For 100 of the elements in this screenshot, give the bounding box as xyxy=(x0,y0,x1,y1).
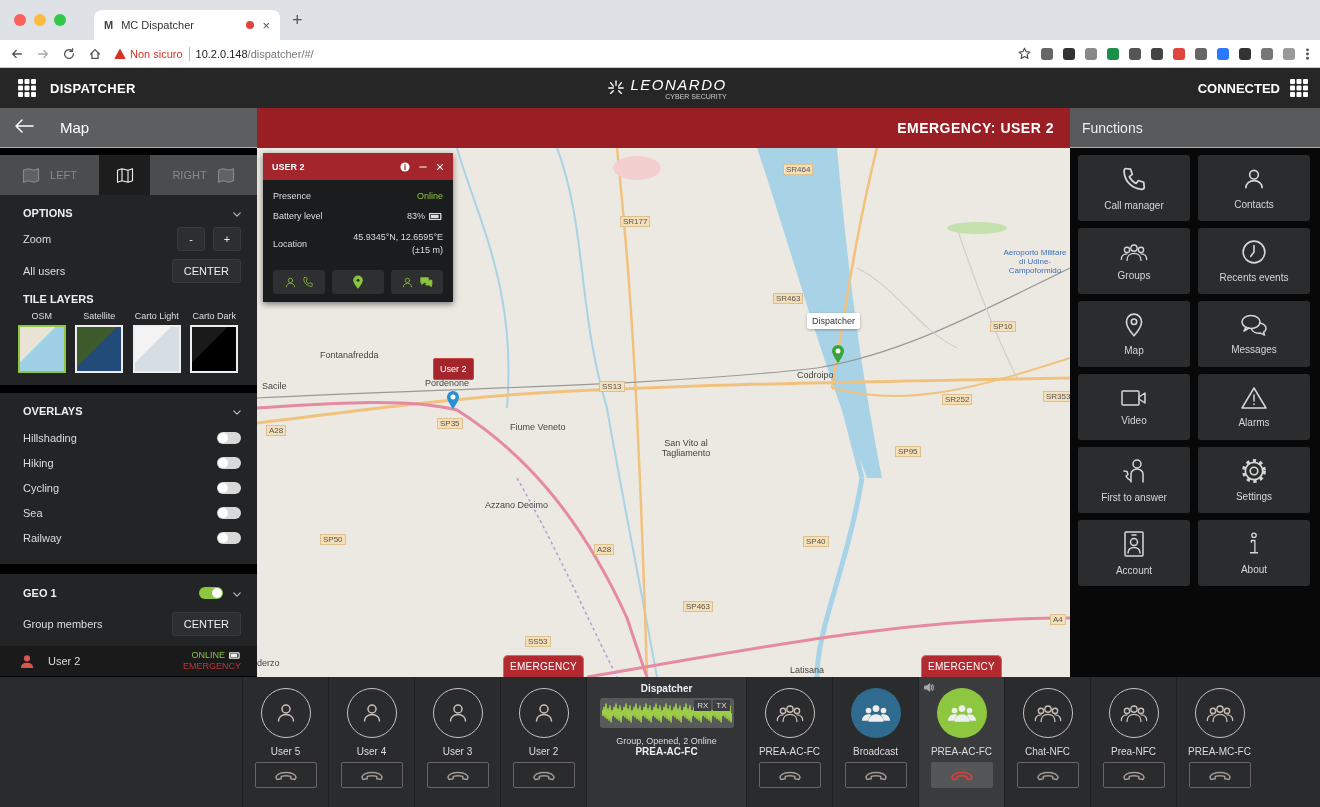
popup-label: Battery level xyxy=(273,211,323,221)
new-tab-button[interactable]: + xyxy=(292,9,303,31)
place-label: Fiume Veneto xyxy=(510,422,566,432)
hang-up-button[interactable] xyxy=(512,762,575,788)
function-tile[interactable]: Recents events xyxy=(1198,228,1310,294)
contact-label: PREA-AC-FC xyxy=(930,746,993,757)
function-tile[interactable]: First to answer xyxy=(1078,447,1190,513)
contact-label: User 3 xyxy=(442,746,473,757)
browser-tab[interactable]: M MC Dispatcher × xyxy=(94,10,280,40)
chevron-down-icon xyxy=(233,212,241,217)
group-icon xyxy=(775,702,804,724)
map-thumbnail[interactable] xyxy=(17,325,66,373)
chat-bubbles-icon xyxy=(1240,313,1268,337)
extension-icon[interactable] xyxy=(1239,47,1251,60)
chevron-down-icon xyxy=(233,592,241,597)
call-user-button[interactable] xyxy=(273,270,325,294)
function-tile[interactable]: Video xyxy=(1078,374,1190,440)
group-icon xyxy=(1205,702,1234,724)
group-avatar[interactable] xyxy=(936,688,987,738)
emergency-banner: EMERGENCY: USER 2 xyxy=(257,108,1070,148)
function-tile[interactable]: Alarms xyxy=(1198,374,1310,440)
overlay-label: Hiking xyxy=(23,456,54,469)
url-path: /dispatcher/#/ xyxy=(247,47,314,60)
hang-up-icon xyxy=(777,769,802,781)
toggle-switch[interactable] xyxy=(199,587,223,599)
battery-value: 83% xyxy=(407,209,425,223)
extension-icon[interactable] xyxy=(1195,47,1207,60)
group-name: PREA-AC-FC xyxy=(635,746,698,757)
hang-up-icon xyxy=(1207,769,1232,781)
member-name: User 2 xyxy=(48,655,82,667)
app-title: DISPATCHER xyxy=(50,80,136,96)
map-marker-icon[interactable] xyxy=(831,344,845,364)
hang-up-button[interactable] xyxy=(1188,762,1251,788)
road-label: SP463 xyxy=(683,601,714,612)
place-label: Codroipo xyxy=(797,370,834,380)
function-tile[interactable]: Settings xyxy=(1198,447,1310,513)
recording-dot-icon xyxy=(246,21,255,29)
hang-up-button[interactable] xyxy=(844,762,907,788)
emergency-status: EMERGENCY xyxy=(183,661,241,672)
security-warning[interactable]: Non sicuro xyxy=(114,47,183,60)
function-tile[interactable]: Contacts xyxy=(1198,155,1310,221)
center-button[interactable]: CENTER xyxy=(171,259,241,283)
zoom-button[interactable]: + xyxy=(213,227,241,251)
rx-label: RX xyxy=(694,700,712,711)
back-arrow-icon xyxy=(14,118,34,134)
toggle-switch[interactable] xyxy=(217,431,241,444)
group-icon xyxy=(1119,702,1148,724)
extension-icon[interactable] xyxy=(1063,47,1075,60)
toggle-switch[interactable] xyxy=(217,481,241,494)
tab-close-button[interactable]: × xyxy=(262,17,270,33)
popup-label: Location xyxy=(273,239,308,249)
function-tile[interactable]: Account xyxy=(1078,520,1190,586)
map-marker-icon[interactable] xyxy=(446,390,460,410)
extension-icon[interactable] xyxy=(1151,47,1163,60)
section-title: GEO 1 xyxy=(23,587,57,599)
user-map-tag: User 2 xyxy=(433,358,474,380)
function-tile[interactable]: Groups xyxy=(1078,228,1190,294)
panel-title: Map xyxy=(60,119,90,136)
dispatcher-title: Dispatcher xyxy=(640,683,693,694)
toggle-switch[interactable] xyxy=(217,506,241,519)
hang-up-button[interactable] xyxy=(254,762,317,788)
contact-label: User 2 xyxy=(528,746,559,757)
tile-layer-label: Carto Dark xyxy=(192,311,236,321)
function-tile[interactable]: Messages xyxy=(1198,301,1310,367)
hang-up-button[interactable] xyxy=(426,762,489,788)
hang-up-button[interactable] xyxy=(758,762,821,788)
apps-grid-icon[interactable] xyxy=(18,79,36,97)
extension-icon[interactable] xyxy=(1129,47,1141,60)
function-tile[interactable]: Call manager xyxy=(1078,155,1190,221)
hang-up-button[interactable] xyxy=(1016,762,1079,788)
phone-icon xyxy=(302,276,314,288)
toggle-switch[interactable] xyxy=(217,531,241,544)
battery-icon xyxy=(429,212,443,220)
function-tile[interactable]: About xyxy=(1198,520,1310,586)
road-label: SP10 xyxy=(990,321,1016,332)
map-icon xyxy=(22,167,41,183)
contact-label: PREA-AC-FC xyxy=(758,746,821,757)
place-label: Sacile xyxy=(262,381,287,391)
hang-up-button[interactable] xyxy=(1102,762,1165,788)
person-icon xyxy=(20,654,34,668)
place-label: derzo xyxy=(257,658,280,668)
locate-button[interactable] xyxy=(332,270,384,294)
speaker-icon xyxy=(924,683,934,692)
member-row[interactable]: User 2 ONLINE EMERGENCY xyxy=(0,646,257,676)
message-user-button[interactable] xyxy=(391,270,443,294)
video-camera-icon xyxy=(1120,388,1148,408)
road-label: SR252 xyxy=(942,394,973,405)
tab-title: MC Dispatcher xyxy=(121,19,195,31)
home-icon xyxy=(88,46,102,61)
center-button[interactable]: CENTER xyxy=(171,612,241,636)
view-tab[interactable] xyxy=(99,155,150,195)
overlay-label: Railway xyxy=(23,531,62,544)
group-avatar[interactable] xyxy=(850,688,901,738)
apps-grid-icon[interactable] xyxy=(1290,79,1308,97)
extension-icon[interactable] xyxy=(1041,47,1053,60)
hang-up-button[interactable] xyxy=(340,762,403,788)
toggle-switch[interactable] xyxy=(217,456,241,469)
function-tile[interactable]: Map xyxy=(1078,301,1190,367)
zoom-button[interactable]: - xyxy=(177,227,205,251)
hang-up-icon xyxy=(949,769,974,781)
